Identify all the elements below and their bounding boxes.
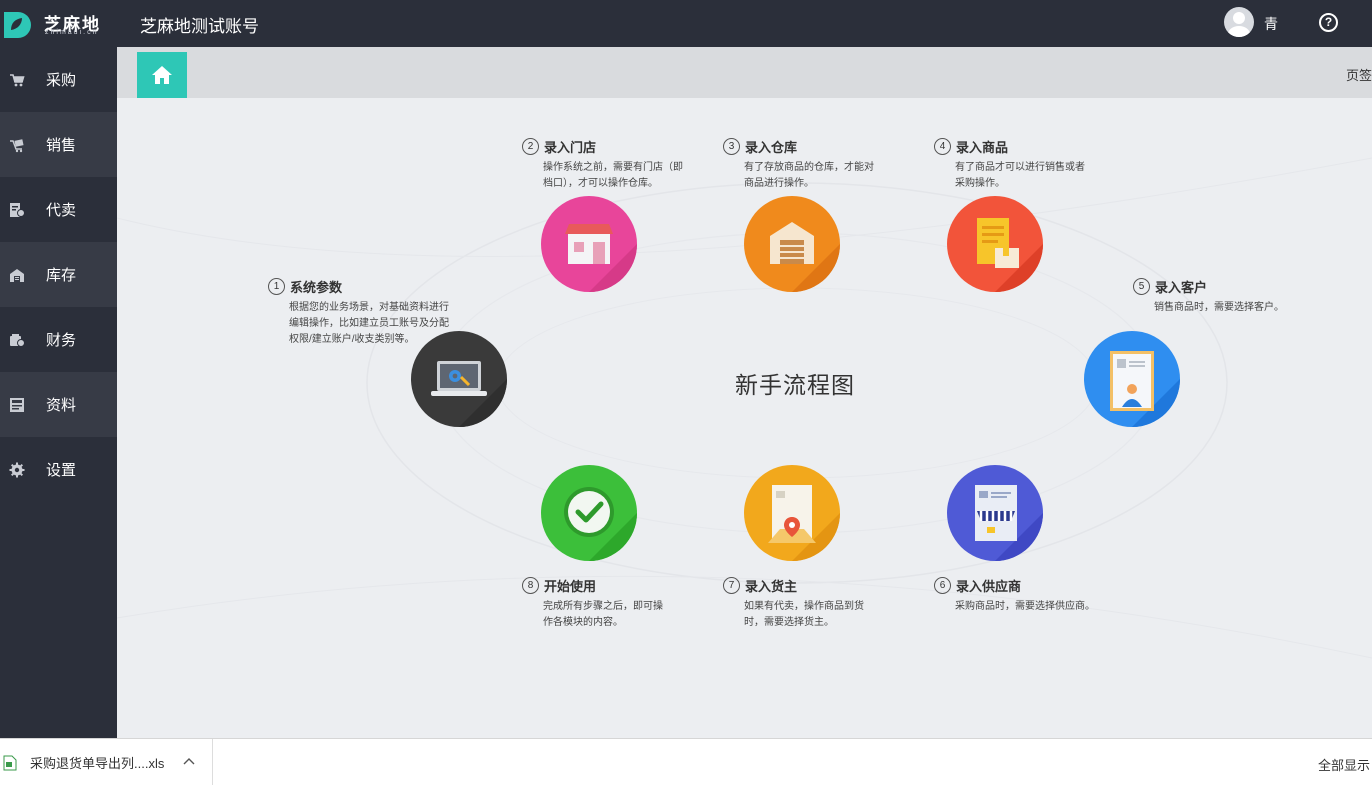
sidebar-item-label: 库存 <box>46 267 77 284</box>
step-number: 7 <box>723 577 740 594</box>
laptop-settings-icon[interactable] <box>411 331 507 427</box>
step-system-settings: 1 系统参数 根据您的业务场景，对基础资料进行 编辑操作，比如建立员工账号及分配 权限… <box>268 277 449 348</box>
step-description: 有了商品才可以进行销售或者 采购操作。 <box>955 162 1085 189</box>
logo-subtext: zhimadi.cn <box>45 29 99 36</box>
sidebar-item-label: 代卖 <box>46 202 77 219</box>
finance-icon <box>9 332 25 348</box>
customer-card-icon[interactable] <box>1084 331 1180 427</box>
download-bar: 采购退货单导出列....xls 全部显示 <box>0 738 1372 785</box>
sidebar-item-label: 设置 <box>46 462 77 479</box>
checkmark-icon[interactable] <box>541 465 637 561</box>
tab-list-label[interactable]: 页签 <box>1346 65 1372 84</box>
flow-title: 新手流程图 <box>735 372 855 398</box>
step-title: 录入门店 <box>544 140 597 155</box>
step-title: 录入客户 <box>1155 280 1208 295</box>
step-description: 根据您的业务场景，对基础资料进行 编辑操作，比如建立员工账号及分配 权限/建立账户/… <box>289 302 449 345</box>
tab-home[interactable] <box>137 52 187 98</box>
step-title: 开始使用 <box>544 579 597 594</box>
sidebar-item-data[interactable]: 资料 <box>0 372 117 437</box>
step-start: 8 开始使用 完成所有步骤之后，即可操 作各模块的内容。 <box>522 576 663 631</box>
step-description: 完成所有步骤之后，即可操 作各模块的内容。 <box>543 601 663 628</box>
step-description: 有了存放商品的仓库，才能对 商品进行操作。 <box>744 162 874 189</box>
sidebar-item-finance[interactable]: 财务 <box>0 307 117 372</box>
step-title: 录入供应商 <box>956 579 1022 594</box>
step-number: 3 <box>723 138 740 155</box>
sidebar-item-label: 采购 <box>46 72 77 89</box>
sale-cart-icon <box>9 137 25 153</box>
step-number: 8 <box>522 577 539 594</box>
logo-mark-icon <box>4 12 31 38</box>
cart-icon <box>9 72 25 88</box>
warehouse-icon <box>9 267 25 283</box>
sidebar-item-label: 财务 <box>46 332 77 349</box>
step-title: 系统参数 <box>290 280 343 295</box>
logo[interactable]: 芝麻地 zhimadi.cn <box>2 10 112 40</box>
sidebar-item-inventory[interactable]: 库存 <box>0 242 117 307</box>
step-store: 2 录入门店 操作系统之前，需要有门店（即 档口），才可以操作仓库。 <box>522 137 683 192</box>
supplier-shop-icon[interactable] <box>947 465 1043 561</box>
show-all-button[interactable]: 全部显示 <box>1318 755 1370 774</box>
sidebar-item-label: 销售 <box>46 137 77 154</box>
sidebar: 采购 销售 代卖 库存 财务 资料 设置 <box>0 47 117 738</box>
step-title: 录入仓库 <box>745 140 798 155</box>
step-supplier: 6 录入供应商 采购商品时，需要选择供应商。 <box>934 576 1095 615</box>
sidebar-item-purchase[interactable]: 采购 <box>0 47 117 112</box>
step-number: 5 <box>1133 278 1150 295</box>
step-description: 如果有代卖，操作商品到货 时，需要选择货主。 <box>744 601 864 628</box>
tab-bar: 页签 <box>117 47 1372 98</box>
sidebar-item-consign[interactable]: 代卖 <box>0 177 117 242</box>
flow-chart-panel: 新手流程图 1 系统参数 根据您的业务场景，对基础资料进行 编辑操作，比如建立员工账… <box>117 98 1372 738</box>
step-goods: 4 录入商品 有了商品才可以进行销售或者 采购操作。 <box>934 137 1085 192</box>
step-owner: 7 录入货主 如果有代卖，操作商品到货 时，需要选择货主。 <box>723 576 864 631</box>
help-icon[interactable]: ? <box>1319 13 1338 32</box>
sidebar-item-label: 资料 <box>46 397 77 414</box>
step-description: 销售商品时，需要选择客户。 <box>1154 302 1284 313</box>
step-number: 4 <box>934 138 951 155</box>
download-file-name: 采购退货单导出列....xls <box>30 756 165 771</box>
avatar[interactable] <box>1224 7 1254 37</box>
home-icon <box>152 66 172 84</box>
owner-map-icon[interactable] <box>744 465 840 561</box>
download-item[interactable]: 采购退货单导出列....xls <box>0 739 213 785</box>
step-description: 操作系统之前，需要有门店（即 档口），才可以操作仓库。 <box>543 162 683 189</box>
document-icon <box>9 397 25 413</box>
step-warehouse: 3 录入仓库 有了存放商品的仓库，才能对 商品进行操作。 <box>723 137 874 192</box>
warehouse-building-icon[interactable] <box>744 196 840 292</box>
sidebar-item-settings[interactable]: 设置 <box>0 437 117 502</box>
step-number: 2 <box>522 138 539 155</box>
gear-icon <box>9 462 25 478</box>
step-number: 6 <box>934 577 951 594</box>
top-bar: 芝麻地 zhimadi.cn 芝麻地测试账号 青 ? <box>0 0 1372 47</box>
username[interactable]: 青 <box>1264 14 1278 34</box>
account-title: 芝麻地测试账号 <box>140 17 259 36</box>
step-number: 1 <box>268 278 285 295</box>
goods-list-icon[interactable] <box>947 196 1043 292</box>
store-icon[interactable] <box>541 196 637 292</box>
excel-file-icon <box>3 755 17 770</box>
step-title: 录入货主 <box>745 579 798 594</box>
background-pattern <box>117 157 1372 659</box>
consign-icon <box>9 202 25 218</box>
step-customer: 5 录入客户 销售商品时，需要选择客户。 <box>1133 277 1284 316</box>
step-title: 录入商品 <box>956 140 1009 155</box>
sidebar-item-sales[interactable]: 销售 <box>0 112 117 177</box>
step-description: 采购商品时，需要选择供应商。 <box>955 601 1095 612</box>
chevron-up-icon[interactable] <box>182 755 196 767</box>
